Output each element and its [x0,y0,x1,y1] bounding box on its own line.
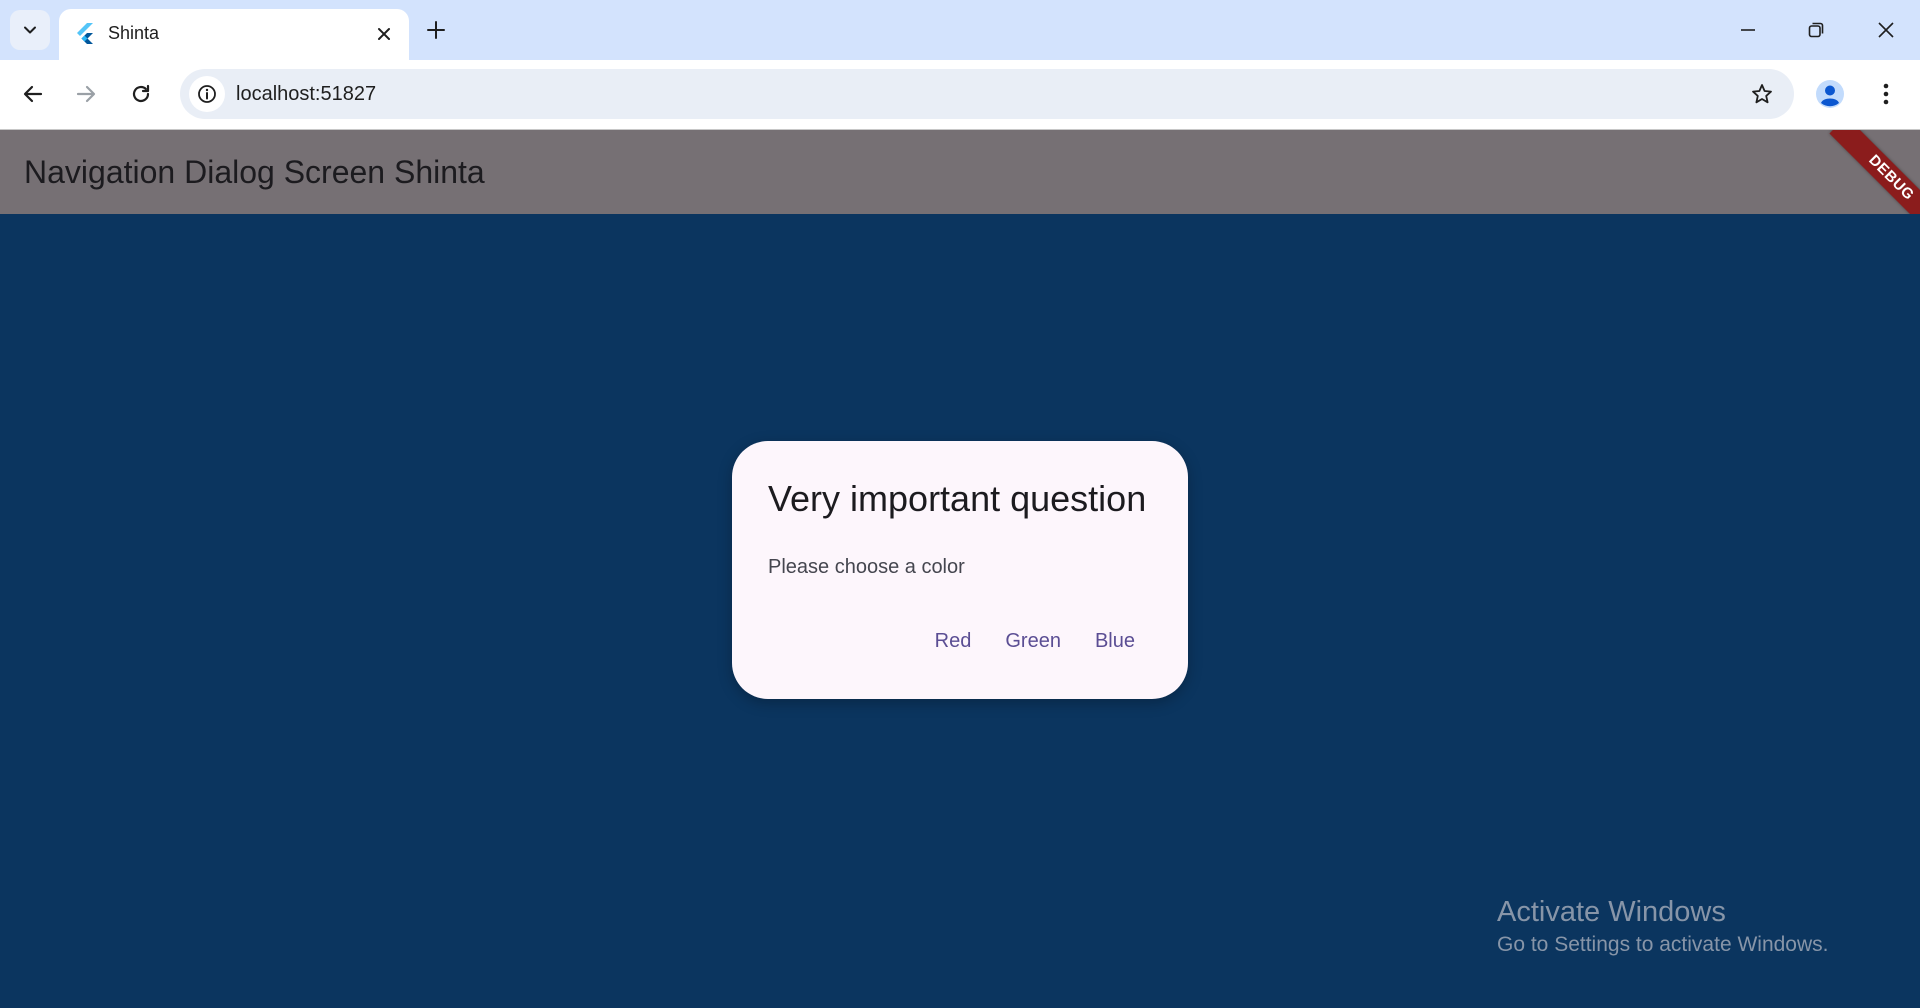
tab-close-button[interactable] [371,21,397,47]
debug-banner: DEBUG [1829,130,1920,214]
more-vertical-icon [1883,83,1889,105]
tab-search-button[interactable] [10,10,50,50]
blue-button[interactable]: Blue [1078,617,1152,665]
watermark-subtitle: Go to Settings to activate Windows. [1497,933,1829,956]
minimize-button[interactable] [1714,0,1782,60]
plus-icon [427,21,445,39]
restore-button[interactable] [1782,0,1850,60]
restore-icon [1808,22,1824,38]
tab-title: Shinta [108,23,160,43]
arrow-left-icon [23,85,43,103]
browser-menu-button[interactable] [1868,76,1904,112]
green-button[interactable]: Green [988,617,1078,665]
star-icon [1752,84,1772,104]
browser-tab[interactable]: Shinta [59,9,409,60]
dialog-actions: Red Green Blue [918,617,1152,665]
reload-icon [132,84,150,103]
color-dialog: Very important question Please choose a … [732,441,1188,699]
profile-button[interactable] [1812,76,1848,112]
arrow-right-icon [76,85,96,103]
profile-avatar-icon [1816,80,1844,108]
site-info-button[interactable] [189,76,225,112]
close-icon [1878,22,1894,38]
app-title: Navigation Dialog Screen Shinta [24,154,485,190]
app-bar: Navigation Dialog Screen Shinta [0,130,1920,214]
activate-windows-watermark: Activate Windows Go to Settings to activ… [1497,894,1829,960]
debug-banner-container: DEBUG [1800,130,1920,214]
info-icon [198,85,216,103]
browser-toolbar: localhost:51827 [0,60,1920,130]
watermark-title: Activate Windows [1497,896,1726,928]
url-text[interactable]: localhost:51827 [236,81,376,107]
red-button[interactable]: Red [918,617,989,665]
reload-button[interactable] [121,74,161,114]
tab-strip: Shinta [0,0,1920,60]
back-button[interactable] [13,74,53,114]
close-icon [378,28,390,40]
bookmark-button[interactable] [1744,76,1780,112]
dialog-body: Please choose a color [768,556,965,578]
flutter-logo-icon [77,23,93,44]
close-window-button[interactable] [1852,0,1920,60]
new-tab-button[interactable] [418,12,454,48]
minimize-icon [1741,29,1755,31]
dialog-title: Very important question [768,478,1147,519]
forward-button[interactable] [66,74,106,114]
chevron-down-icon [24,26,36,34]
address-bar[interactable]: localhost:51827 [180,69,1794,119]
